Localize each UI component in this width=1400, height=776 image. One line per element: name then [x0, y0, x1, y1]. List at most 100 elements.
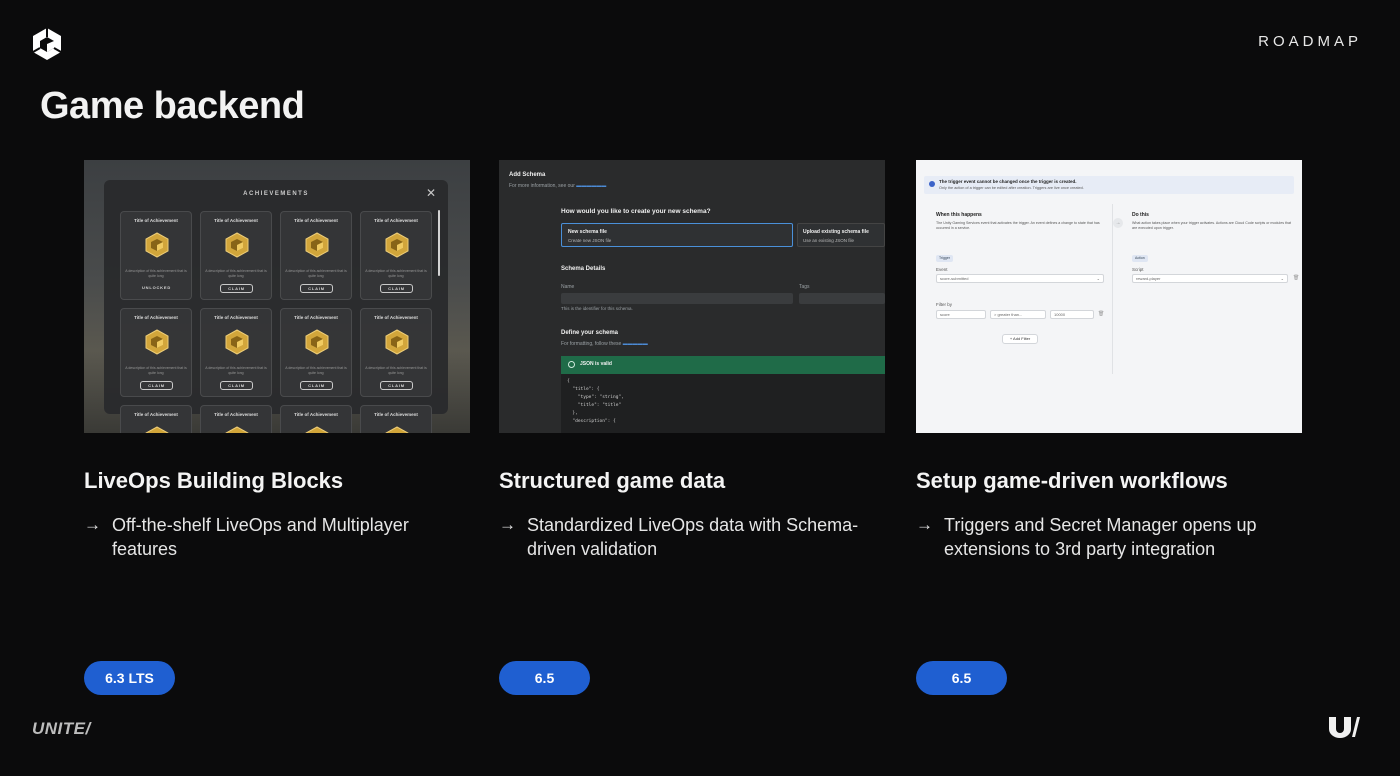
claim-button[interactable]: CLAIM [140, 381, 173, 390]
script-label: Script [1132, 267, 1144, 272]
tags-input[interactable] [799, 293, 885, 304]
achievement-tile: Title of Achievement A description of thi… [360, 308, 432, 397]
achievement-tile: Title of AchievementA description of thi… [360, 405, 432, 433]
arrow-right-icon: → [916, 515, 933, 534]
trigger-tag: Trigger [936, 255, 953, 262]
achievement-title: Title of Achievement [214, 315, 258, 320]
code-line: { [567, 379, 570, 384]
filter-field-select[interactable]: score [936, 310, 986, 319]
trash-icon[interactable]: 🗑 [1098, 311, 1104, 317]
code-line: "title": "title" [567, 403, 622, 408]
event-label: Event [936, 267, 948, 272]
json-code-editor[interactable]: { "title": { "type": "string", "title": … [561, 374, 885, 433]
schema-question: How would you like to create your new sc… [561, 208, 711, 215]
achievement-cube-icon [304, 426, 330, 433]
json-valid-banner: JSON is valid [561, 356, 885, 374]
achievement-desc: A description of this achievement that i… [365, 269, 427, 278]
page-title: Game backend [40, 85, 305, 127]
achievement-desc: A description of this achievement that i… [125, 366, 187, 375]
scrollbar [438, 210, 440, 276]
code-line: "title": { [567, 387, 600, 392]
bullet-text: Standardized LiveOps data with Schema-dr… [527, 515, 859, 559]
name-hint: This is the identifier for this schema. [561, 306, 633, 311]
event-select[interactable]: score-submitted ⌄ [936, 274, 1104, 283]
triggers-screenshot: The trigger event cannot be changed once… [916, 160, 1302, 433]
achievement-cube-icon [304, 329, 330, 355]
chevron-down-icon: ⌄ [1280, 276, 1284, 281]
achievement-title: Title of Achievement [294, 218, 338, 223]
schema-subtitle: For more information, see our ▬▬▬▬▬▬ [509, 183, 607, 189]
achievements-screenshot: ACHIEVEMENTS ✕ Title of Achievement A des… [84, 160, 470, 433]
achievements-panel: ACHIEVEMENTS ✕ Title of Achievement A des… [104, 180, 448, 433]
achievement-title: Title of Achievement [134, 218, 178, 223]
card-workflows: The trigger event cannot be changed once… [916, 160, 1302, 695]
achievement-tile: Title of Achievement A description of thi… [280, 308, 352, 397]
achievement-title: Title of Achievement [374, 218, 418, 223]
achievement-cube-icon [384, 426, 410, 433]
version-badge: 6.3 LTS [84, 661, 175, 695]
when-heading: When this happens [936, 212, 982, 218]
script-select[interactable]: reward-player ⌄ [1132, 274, 1288, 283]
trash-icon[interactable]: 🗑 [1293, 275, 1299, 281]
define-hint: For formatting, follow these ▬▬▬▬▬ [561, 341, 648, 347]
new-schema-option[interactable]: New schema file Create new JSON file [561, 223, 793, 247]
achievement-tile: Title of Achievement A description of thi… [120, 211, 192, 300]
info-banner: The trigger event cannot be changed once… [924, 176, 1294, 194]
bullet-text: Triggers and Secret Manager opens up ext… [944, 515, 1257, 559]
card-bullet: → Standardized LiveOps data with Schema-… [499, 513, 885, 561]
action-tag: Action [1132, 255, 1148, 262]
schema-page-title: Add Schema [509, 172, 546, 178]
claim-button[interactable]: CLAIM [300, 381, 333, 390]
achievement-title: Title of Achievement [134, 412, 178, 417]
unlocked-label: UNLOCKED [141, 285, 172, 290]
claim-button[interactable]: CLAIM [380, 381, 413, 390]
arrow-right-icon: → [84, 515, 101, 534]
achievement-title: Title of Achievement [134, 315, 178, 320]
code-line: "description": { [567, 419, 616, 424]
unity-logo-icon [32, 28, 62, 60]
info-icon [929, 181, 935, 187]
achievement-desc: A description of this achievement that i… [125, 269, 187, 278]
card-title: LiveOps Building Blocks [84, 468, 344, 493]
card-title: Structured game data [499, 468, 726, 493]
achievement-desc: A description of this achievement that i… [205, 269, 267, 278]
unite-u-mark-icon [1329, 717, 1360, 738]
achievement-cube-icon [304, 232, 330, 258]
achievement-cube-icon [144, 329, 170, 355]
achievement-desc: A description of this achievement that i… [365, 366, 427, 375]
achievement-cube-icon [224, 329, 250, 355]
do-heading: Do this [1132, 212, 1149, 218]
filter-value-input[interactable]: 10000 [1050, 310, 1094, 319]
section-label: ROADMAP [1258, 33, 1362, 50]
claim-button[interactable]: CLAIM [380, 284, 413, 293]
unite-logo: UNITE/ [32, 719, 91, 738]
card-bullet: → Off-the-shelf LiveOps and Multiplayer … [84, 513, 470, 561]
achievement-grid: Title of Achievement A description of thi… [120, 211, 432, 433]
achievement-desc: A description of this achievement that i… [285, 366, 347, 375]
name-label: Name [561, 284, 575, 290]
achievement-cube-icon [144, 426, 170, 433]
upload-schema-option[interactable]: Upload existing schema file Use an exist… [797, 223, 885, 247]
achievement-tile: Title of Achievement A description of thi… [120, 308, 192, 397]
card-title: Setup game-driven workflows [916, 468, 1228, 493]
achievement-cube-icon [224, 426, 250, 433]
achievement-title: Title of Achievement [294, 315, 338, 320]
code-line: }, [567, 411, 578, 416]
achievement-title: Title of Achievement [374, 315, 418, 320]
achievement-tile: Title of AchievementA description of thi… [120, 405, 192, 433]
card-bullet: → Triggers and Secret Manager opens up e… [916, 513, 1302, 561]
close-icon: ✕ [425, 186, 436, 200]
define-schema-heading: Define your schema [561, 330, 619, 336]
schema-details-heading: Schema Details [561, 266, 606, 272]
name-input[interactable] [561, 293, 793, 304]
claim-button[interactable]: CLAIM [220, 284, 253, 293]
claim-button[interactable]: CLAIM [300, 284, 333, 293]
claim-button[interactable]: CLAIM [220, 381, 253, 390]
achievement-tile: Title of AchievementA description of thi… [200, 211, 272, 300]
filter-operator-select[interactable]: > greater than... [990, 310, 1046, 319]
card-liveops: ACHIEVEMENTS ✕ Title of Achievement A des… [84, 160, 470, 695]
achievement-title: Title of Achievement [374, 412, 418, 417]
add-filter-button[interactable]: + Add Filter [1002, 334, 1038, 344]
achievement-desc: A description of this achievement that i… [285, 269, 347, 278]
code-line: "type": "string", [567, 395, 624, 400]
